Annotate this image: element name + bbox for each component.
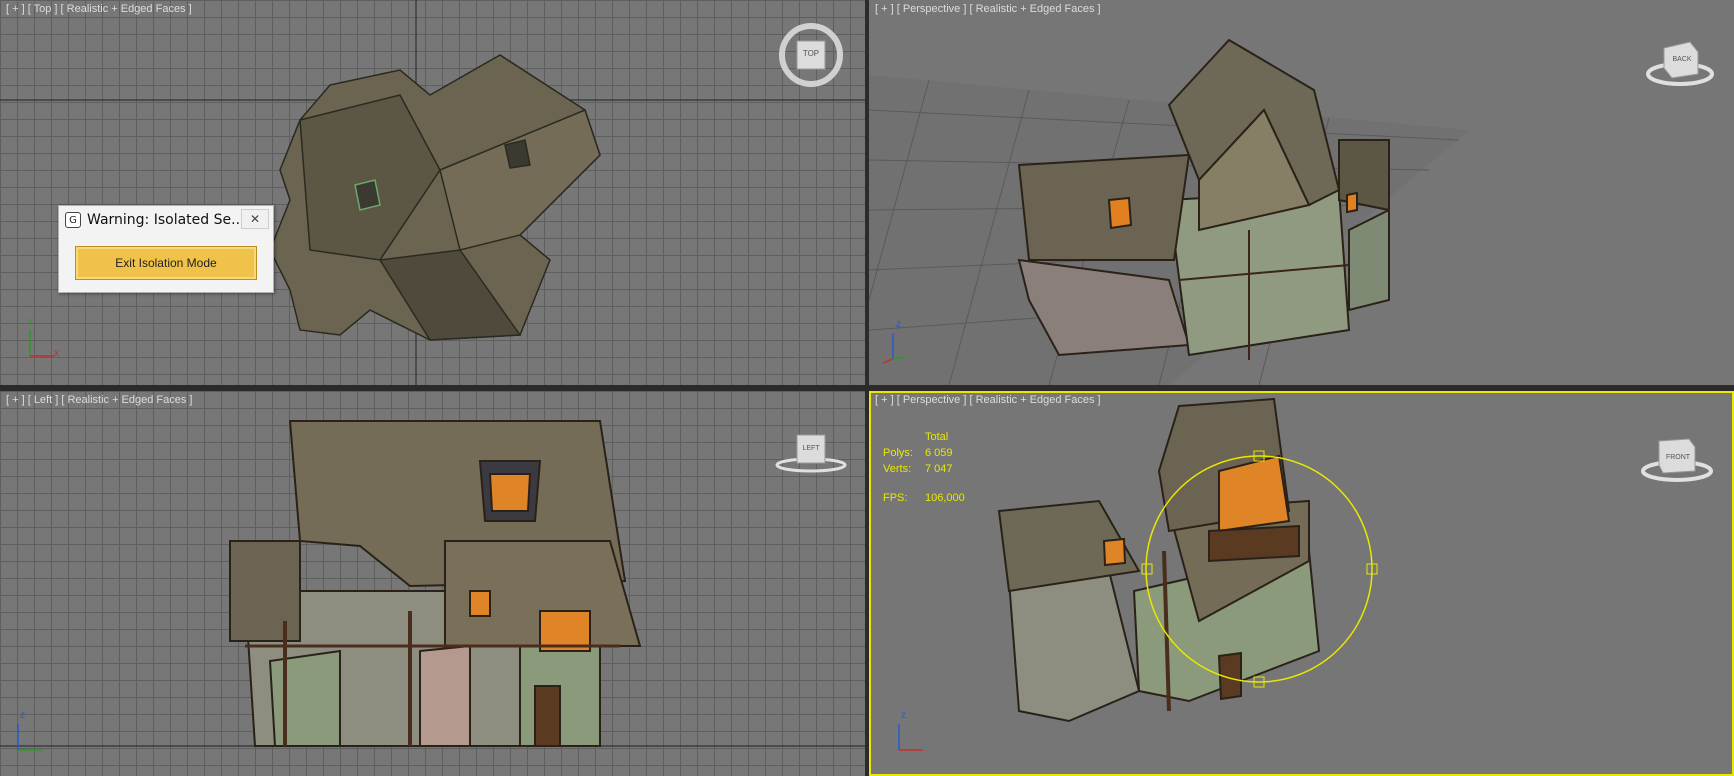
stats-polys-label: Polys: <box>883 447 913 459</box>
stats-verts-value: 7 047 <box>925 463 953 475</box>
app-icon: G <box>65 212 81 228</box>
viewcube-face-label: BACK <box>1672 56 1692 63</box>
stats-total-label: Total <box>925 431 949 443</box>
stats-fps-value: 106,000 <box>925 492 965 504</box>
house-left-view <box>0 420 865 747</box>
axis-y-label: y <box>28 316 33 327</box>
dialog-title-bar: G Warning: Isolated Se... <box>65 212 244 228</box>
dialog-title: Warning: Isolated Se... <box>87 212 245 228</box>
close-icon[interactable]: ✕ <box>241 209 269 229</box>
viewport-left[interactable]: [ + ] [ Left ] [ Realistic + Edged Faces… <box>0 391 865 776</box>
viewcube-face-label: FRONT <box>1665 454 1691 461</box>
viewcube-top[interactable]: TOP <box>778 22 844 88</box>
viewport-perspective-upper[interactable]: [ + ] [ Perspective ] [ Realistic + Edge… <box>869 0 1734 385</box>
viewcube-left[interactable]: LEFT <box>773 429 849 475</box>
stats-verts-label: Verts: <box>883 463 912 475</box>
axis-x-label: x <box>54 348 59 359</box>
exit-isolation-button[interactable]: Exit Isolation Mode <box>75 246 257 280</box>
viewport-top[interactable]: [ + ] [ Top ] [ Realistic + Edged Faces … <box>0 0 865 385</box>
viewcube-back[interactable]: BACK <box>1644 36 1716 88</box>
viewport-label[interactable]: [ + ] [ Perspective ] [ Realistic + Edge… <box>875 394 1101 406</box>
viewcube-face-label: LEFT <box>802 445 820 452</box>
viewport-statistics: Total Polys: 6 059 Verts: 7 047 FPS: 106,00… <box>883 429 965 506</box>
axis-gizmo: y x <box>24 316 64 362</box>
axis-gizmo: z <box>10 710 50 756</box>
isolation-warning-dialog: G Warning: Isolated Se... ✕ Exit Isolati… <box>58 205 274 293</box>
axis-z-label: z <box>901 710 906 721</box>
axis-gizmo: z <box>879 319 919 365</box>
house-perspective-upper <box>1017 38 1390 360</box>
viewcube-front[interactable]: FRONT <box>1639 431 1715 483</box>
stats-fps-label: FPS: <box>883 492 908 504</box>
viewport-perspective-lower[interactable]: [ + ] [ Perspective ] [ Realistic + Edge… <box>869 391 1734 776</box>
axis-z-label: z <box>20 710 25 721</box>
stats-polys-value: 6 059 <box>925 447 953 459</box>
house-perspective-lower <box>997 397 1378 723</box>
viewport-label[interactable]: [ + ] [ Perspective ] [ Realistic + Edge… <box>875 3 1101 15</box>
viewcube-face-label: TOP <box>802 49 820 58</box>
axis-z-label: z <box>896 319 901 330</box>
house-top-view <box>0 0 865 385</box>
axis-gizmo: z <box>891 710 931 756</box>
